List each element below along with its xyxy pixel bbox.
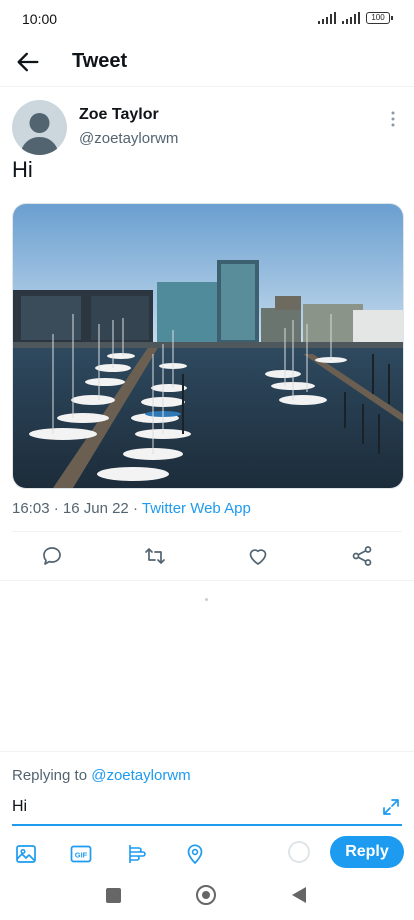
- author-name[interactable]: Zoe Taylor: [79, 106, 159, 124]
- status-bar: 10:00 100: [0, 0, 414, 38]
- harbor-photo: [13, 204, 403, 488]
- svg-text:GIF: GIF: [75, 851, 88, 860]
- reply-input[interactable]: Hi: [12, 798, 27, 816]
- tweet-time: 16:03: [12, 500, 50, 517]
- recents-button[interactable]: [106, 888, 121, 903]
- image-icon[interactable]: [14, 842, 38, 866]
- signal-icon: [318, 12, 336, 24]
- poll-icon[interactable]: [126, 842, 150, 866]
- top-app-bar: Tweet: [0, 38, 414, 87]
- share-icon[interactable]: [350, 544, 374, 568]
- divider: [0, 580, 414, 581]
- reply-icon[interactable]: [40, 544, 64, 568]
- gif-icon[interactable]: GIF: [69, 842, 93, 866]
- replying-to: Replying to @zoetaylorwm: [12, 767, 191, 784]
- input-underline: [12, 824, 402, 826]
- loading-dot: [205, 598, 208, 601]
- tweet-meta: 16:03 · 16 Jun 22 · Twitter Web App: [12, 500, 251, 517]
- tweet-text: Hi: [12, 157, 33, 182]
- avatar[interactable]: [12, 100, 67, 155]
- signal-icon-2: [342, 12, 360, 24]
- tweet-date: 16 Jun 22: [62, 500, 129, 517]
- location-icon[interactable]: [183, 842, 207, 866]
- author-handle[interactable]: @zoetaylorwm: [79, 130, 178, 147]
- status-time: 10:00: [22, 11, 58, 27]
- expand-icon[interactable]: [382, 798, 400, 816]
- page-title: Tweet: [72, 50, 128, 72]
- battery-icon: 100: [366, 12, 393, 24]
- reply-button[interactable]: Reply: [330, 836, 404, 868]
- system-back-button[interactable]: [292, 887, 306, 903]
- tweet-actions: [0, 540, 414, 576]
- like-icon[interactable]: [246, 544, 270, 568]
- tweet-photo[interactable]: [12, 203, 404, 489]
- more-options-icon[interactable]: [390, 110, 396, 128]
- reply-composer: Replying to @zoetaylorwm Hi GIF Reply: [0, 751, 414, 872]
- system-nav-bar: [0, 872, 414, 920]
- replying-to-label: Replying to: [12, 767, 88, 784]
- retweet-icon[interactable]: [143, 544, 167, 568]
- tweet-source[interactable]: Twitter Web App: [142, 500, 251, 517]
- meta-separator: ·: [132, 500, 142, 517]
- meta-separator: ·: [53, 500, 63, 517]
- default-avatar-icon: [20, 113, 59, 155]
- divider: [12, 531, 402, 532]
- back-arrow-icon[interactable]: [14, 48, 42, 76]
- character-count-circle: [288, 841, 310, 863]
- status-icons: 100: [318, 12, 393, 24]
- replying-to-handle[interactable]: @zoetaylorwm: [91, 767, 190, 784]
- home-button[interactable]: [196, 885, 216, 905]
